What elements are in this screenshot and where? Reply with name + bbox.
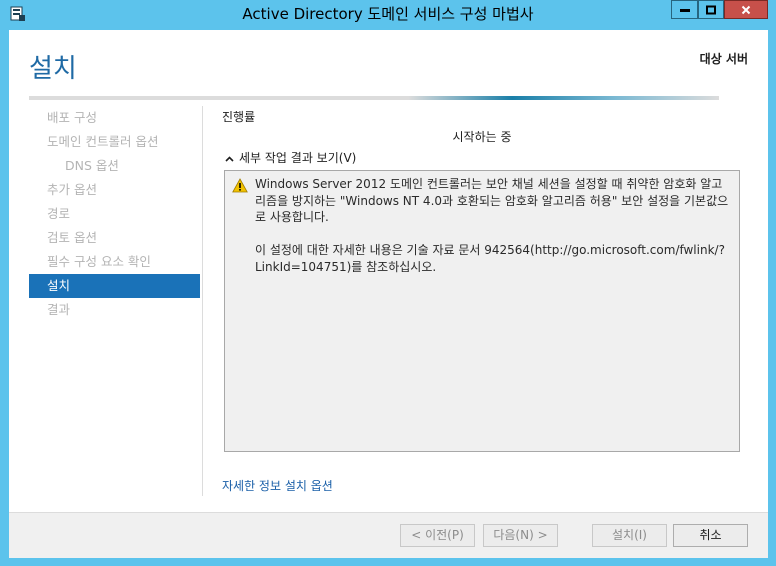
window-title: Active Directory 도메인 서비스 구성 마법사 [242, 5, 534, 23]
more-info-link[interactable]: 자세한 정보 설치 옵션 [222, 477, 333, 494]
nav-item-installation[interactable]: 설치 [29, 274, 200, 298]
wizard-nav: 배포 구성 도메인 컨트롤러 옵션 DNS 옵션 추가 옵션 경로 검토 옵션 … [29, 106, 200, 322]
details-toggle[interactable]: 세부 작업 결과 보기(V) [225, 149, 356, 166]
sidebar-divider [202, 106, 203, 496]
maximize-icon [706, 5, 716, 14]
nav-item-dc-options[interactable]: 도메인 컨트롤러 옵션 [29, 130, 200, 154]
minimize-icon [679, 8, 690, 12]
close-button[interactable] [724, 0, 768, 19]
warning-icon [232, 178, 248, 193]
target-server-label: 대상 서버 [699, 52, 748, 66]
nav-item-review-options[interactable]: 검토 옵션 [29, 226, 200, 250]
details-panel: Windows Server 2012 도메인 컨트롤러는 보안 채널 세션을 … [224, 170, 740, 452]
chevron-up-icon [225, 151, 239, 165]
nav-item-deployment-config[interactable]: 배포 구성 [29, 106, 200, 130]
nav-item-dns-options[interactable]: DNS 옵션 [29, 154, 200, 178]
title-bar[interactable]: Active Directory 도메인 서비스 구성 마법사 [0, 0, 776, 30]
wizard-footer: < 이전(P) 다음(N) > 설치(I) 취소 [9, 512, 768, 558]
wizard-client-area: 설치 대상 서버 배포 구성 도메인 컨트롤러 옵션 DNS 옵션 추가 옵션 … [9, 30, 768, 558]
close-icon [741, 5, 751, 14]
nav-item-additional-options[interactable]: 추가 옵션 [29, 178, 200, 202]
page-title: 설치 [29, 54, 77, 84]
wizard-window: Active Directory 도메인 서비스 구성 마법사 설치 대상 서버… [0, 0, 776, 566]
nav-item-results[interactable]: 결과 [29, 298, 200, 322]
previous-button[interactable]: < 이전(P) [400, 524, 475, 547]
nav-item-prerequisites-check[interactable]: 필수 구성 요소 확인 [29, 250, 200, 274]
cancel-button[interactable]: 취소 [673, 524, 748, 547]
detail-message: Windows Server 2012 도메인 컨트롤러는 보안 채널 세션을 … [255, 177, 729, 274]
status-text: 시작하는 중 [452, 130, 512, 144]
install-button[interactable]: 설치(I) [592, 524, 667, 547]
maximize-button[interactable] [698, 0, 724, 19]
details-toggle-label: 세부 작업 결과 보기(V) [239, 151, 357, 165]
header-divider [29, 96, 719, 100]
nav-item-paths[interactable]: 경로 [29, 202, 200, 226]
progress-label: 진행률 [222, 110, 256, 124]
minimize-button[interactable] [671, 0, 698, 19]
next-button[interactable]: 다음(N) > [483, 524, 558, 547]
